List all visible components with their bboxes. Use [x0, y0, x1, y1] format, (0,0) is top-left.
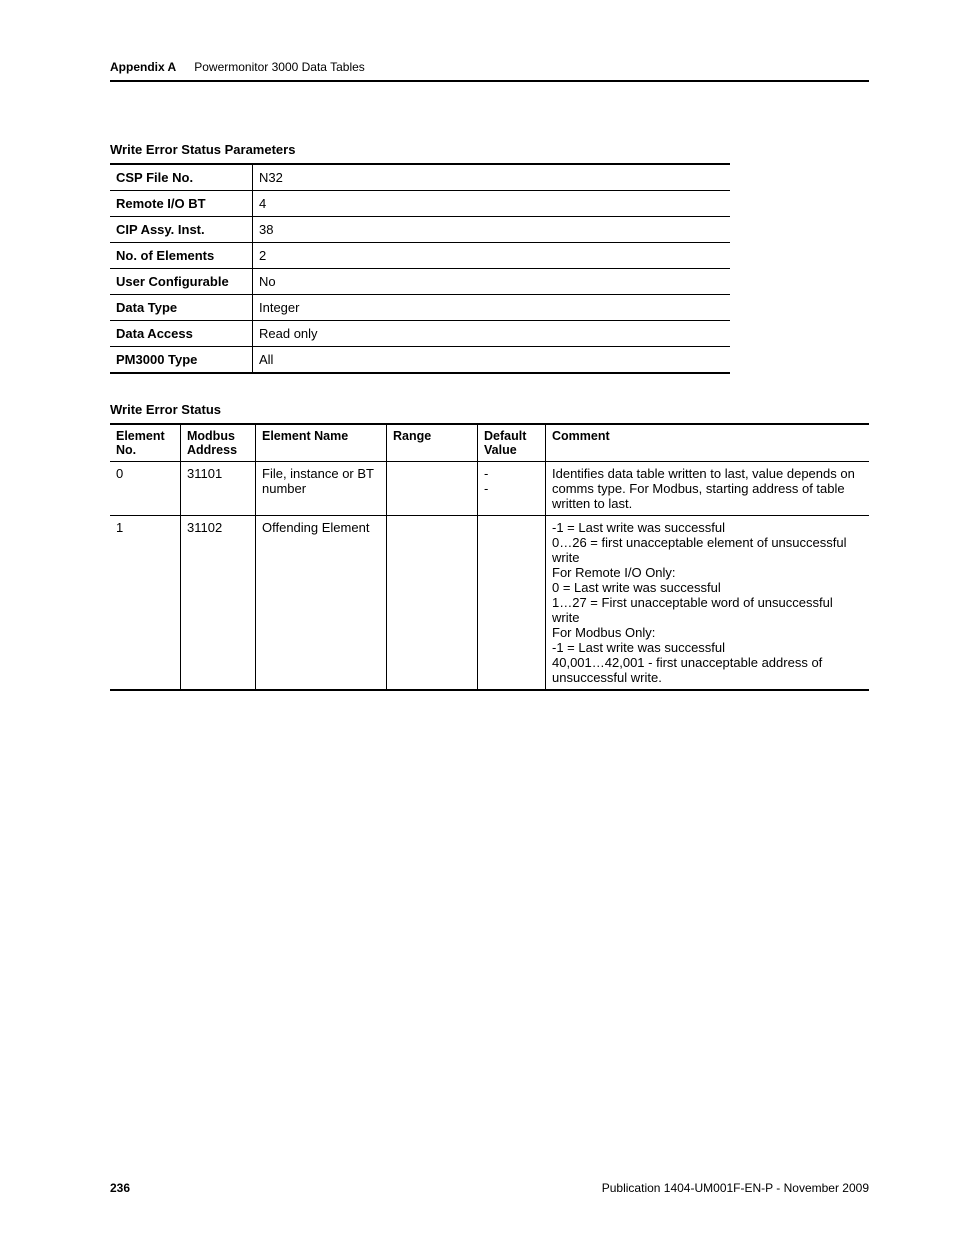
publication-info: Publication 1404-UM001F-EN-P - November … — [602, 1181, 869, 1195]
param-value: 38 — [253, 217, 731, 243]
section-title-params: Write Error Status Parameters — [110, 142, 869, 157]
param-value: Read only — [253, 321, 731, 347]
status-table: Element No. Modbus Address Element Name … — [110, 423, 869, 691]
param-value: 4 — [253, 191, 731, 217]
cell-element-no: 1 — [110, 516, 181, 691]
page-footer: 236 Publication 1404-UM001F-EN-P - Novem… — [110, 1181, 869, 1195]
cell-comment: -1 = Last write was successful 0…26 = fi… — [546, 516, 870, 691]
page-number: 236 — [110, 1181, 130, 1195]
header-title: Powermonitor 3000 Data Tables — [194, 60, 365, 74]
table-row: CIP Assy. Inst.38 — [110, 217, 730, 243]
table-row: PM3000 TypeAll — [110, 347, 730, 374]
col-header-modbus-address: Modbus Address — [181, 424, 256, 462]
param-key: Data Access — [110, 321, 253, 347]
table-row: Remote I/O BT4 — [110, 191, 730, 217]
col-header-element-no: Element No. — [110, 424, 181, 462]
param-key: No. of Elements — [110, 243, 253, 269]
param-key: CSP File No. — [110, 164, 253, 191]
cell-element-name: File, instance or BT number — [256, 462, 387, 516]
cell-modbus-address: 31102 — [181, 516, 256, 691]
cell-element-name: Offending Element — [256, 516, 387, 691]
param-value: All — [253, 347, 731, 374]
cell-default-value — [478, 516, 546, 691]
param-value: 2 — [253, 243, 731, 269]
param-key: Remote I/O BT — [110, 191, 253, 217]
param-value: Integer — [253, 295, 731, 321]
document-page: Appendix A Powermonitor 3000 Data Tables… — [0, 0, 954, 1235]
cell-element-no: 0 — [110, 462, 181, 516]
cell-range — [387, 462, 478, 516]
cell-comment: Identifies data table written to last, v… — [546, 462, 870, 516]
param-key: CIP Assy. Inst. — [110, 217, 253, 243]
col-header-comment: Comment — [546, 424, 870, 462]
appendix-label: Appendix A — [110, 60, 176, 74]
table-row: CSP File No.N32 — [110, 164, 730, 191]
page-header: Appendix A Powermonitor 3000 Data Tables — [110, 60, 869, 82]
table-row: User ConfigurableNo — [110, 269, 730, 295]
table-row: Data TypeInteger — [110, 295, 730, 321]
table-row: 0 31101 File, instance or BT number - - … — [110, 462, 869, 516]
col-header-default-value: Default Value — [478, 424, 546, 462]
param-key: Data Type — [110, 295, 253, 321]
cell-default-value: - - — [478, 462, 546, 516]
table-row: 1 31102 Offending Element -1 = Last writ… — [110, 516, 869, 691]
param-key: PM3000 Type — [110, 347, 253, 374]
table-row: No. of Elements2 — [110, 243, 730, 269]
parameters-table: CSP File No.N32 Remote I/O BT4 CIP Assy.… — [110, 163, 730, 374]
col-header-element-name: Element Name — [256, 424, 387, 462]
cell-modbus-address: 31101 — [181, 462, 256, 516]
param-value: N32 — [253, 164, 731, 191]
table-row: Data AccessRead only — [110, 321, 730, 347]
section-title-status: Write Error Status — [110, 402, 869, 417]
param-value: No — [253, 269, 731, 295]
col-header-range: Range — [387, 424, 478, 462]
cell-range — [387, 516, 478, 691]
table-header-row: Element No. Modbus Address Element Name … — [110, 424, 869, 462]
param-key: User Configurable — [110, 269, 253, 295]
